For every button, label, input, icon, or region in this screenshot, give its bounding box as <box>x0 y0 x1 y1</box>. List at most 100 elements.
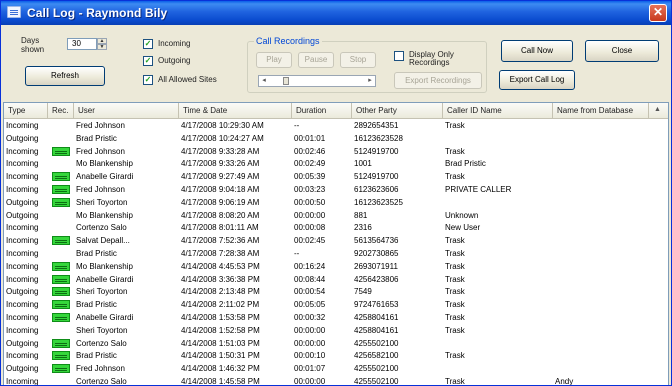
col-user[interactable]: User <box>74 103 179 119</box>
cell-user: Sheri Toyorton <box>76 287 128 297</box>
recording-icon[interactable] <box>52 287 70 297</box>
table-row[interactable]: Incoming Anabelle Girardi 4/14/2008 3:36:3… <box>4 274 668 285</box>
cell-type: Incoming <box>6 121 39 130</box>
recording-icon[interactable] <box>52 300 70 310</box>
cell-user: Sheri Toyorton <box>76 325 128 335</box>
col-type[interactable]: Type <box>4 103 48 119</box>
cell-caller-id-name: PRIVATE CALLER <box>445 185 512 194</box>
cell-duration: 00:05:39 <box>294 172 326 182</box>
table-row[interactable]: Incoming Cortenzo Salo 4/17/2008 8:01:11 A… <box>4 222 668 233</box>
cell-user: Fred Johnson <box>76 364 125 374</box>
cell-type: Incoming <box>6 325 39 335</box>
cell-duration: 00:08:44 <box>294 274 326 284</box>
playback-slider[interactable]: ◂ ▸ <box>258 75 376 87</box>
cell-time-date: 4/14/2008 1:50:31 PM <box>181 351 260 361</box>
table-row[interactable]: Outgoing Sheri Toyorton 4/14/2008 2:13:48 … <box>4 286 668 297</box>
col-other-party[interactable]: Other Party <box>352 103 443 119</box>
table-row[interactable]: Incoming Fred Johnson 4/17/2008 10:29:30 A… <box>4 120 668 131</box>
table-row[interactable]: Incoming Mo Blankenship 4/14/2008 4:45:53 … <box>4 261 668 272</box>
slider-thumb[interactable] <box>283 77 289 85</box>
export-call-log-button[interactable]: Export Call Log <box>499 70 575 90</box>
recording-icon[interactable] <box>52 197 70 207</box>
recording-icon[interactable] <box>52 338 70 348</box>
cell-rec <box>48 325 74 336</box>
export-recordings-button[interactable]: Export Recordings <box>394 72 482 89</box>
cell-caller-id-name <box>443 363 553 374</box>
cell-name-from-database <box>553 299 649 310</box>
outgoing-check-icon: ✓ <box>143 56 153 66</box>
table-row[interactable]: Incoming Sheri Toyorton 4/14/2008 1:52:58 … <box>4 325 668 336</box>
slider-right-icon[interactable]: ▸ <box>365 76 375 86</box>
table-row[interactable]: Incoming Mo Blankenship 4/17/2008 9:33:26 … <box>4 158 668 169</box>
table-row[interactable]: Outgoing Fred Johnson 4/14/2008 1:46:32 PM… <box>4 363 668 374</box>
slider-left-icon[interactable]: ◂ <box>259 76 269 86</box>
cell-caller-id-name: Unknown <box>445 210 479 220</box>
recording-icon[interactable] <box>52 261 70 271</box>
cell-user: Fred Johnson <box>76 146 125 156</box>
table-row[interactable]: Incoming Fred Johnson 4/17/2008 9:33:28 AM… <box>4 146 668 157</box>
cell-duration: 00:00:08 <box>294 223 326 233</box>
cell-time-date: 4/17/2008 7:28:38 AM <box>181 249 260 258</box>
cell-time-date: 4/14/2008 3:36:38 PM <box>181 274 260 284</box>
call-now-button[interactable]: Call Now <box>501 40 573 62</box>
table-row[interactable]: Outgoing Mo Blankenship 4/17/2008 8:08:20 … <box>4 210 668 221</box>
cell-name-from-database <box>553 184 649 195</box>
table-row[interactable]: Incoming Anabelle Girardi 4/17/2008 9:27:4… <box>4 171 668 182</box>
cell-duration: 00:02:45 <box>294 236 326 246</box>
days-shown-label: Days shown <box>21 36 45 54</box>
table-row[interactable]: Incoming Brad Pristic 4/14/2008 2:11:02 PM… <box>4 299 668 310</box>
refresh-button[interactable]: Refresh <box>25 66 105 86</box>
table-row[interactable]: Incoming Anabelle Girardi 4/14/2008 1:53:5… <box>4 312 668 323</box>
col-caller-id-name[interactable]: Caller ID Name <box>443 103 553 119</box>
pause-button[interactable]: Pause <box>298 52 334 68</box>
cell-name-from-database <box>553 261 649 272</box>
days-down-icon[interactable]: ▼ <box>97 44 107 50</box>
cell-name-from-database <box>553 248 649 259</box>
cell-user: Fred Johnson <box>76 121 125 130</box>
recording-icon[interactable] <box>52 364 70 374</box>
recording-icon[interactable] <box>52 274 70 284</box>
cell-type: Incoming <box>6 159 39 169</box>
cell-caller-id-name: Trask <box>445 300 465 310</box>
table-row[interactable]: Incoming Brad Pristic 4/17/2008 7:28:38 AM… <box>4 248 668 259</box>
days-shown-input[interactable]: 30 <box>67 38 97 50</box>
all-allowed-sites-label: All Allowed Sites <box>158 75 217 84</box>
recording-icon[interactable] <box>52 185 70 194</box>
cell-name-from-database <box>553 235 649 246</box>
col-name-from-database[interactable]: Name from Database <box>553 103 649 119</box>
play-button[interactable]: Play <box>256 52 292 68</box>
cell-type: Incoming <box>6 172 39 182</box>
cell-user: Cortenzo Salo <box>76 377 127 386</box>
cell-other-party: 5124919700 <box>354 172 399 182</box>
col-duration[interactable]: Duration <box>292 103 352 119</box>
table-row[interactable]: Outgoing Sheri Toyorton 4/17/2008 9:06:19 … <box>4 197 668 208</box>
col-time-date[interactable]: Time & Date <box>179 103 292 119</box>
recording-icon[interactable] <box>52 172 70 182</box>
recording-icon[interactable] <box>52 313 70 322</box>
table-row[interactable]: Incoming Fred Johnson 4/17/2008 9:04:18 AM… <box>4 184 668 195</box>
cell-rec <box>48 363 74 374</box>
recording-icon[interactable] <box>52 351 70 361</box>
cell-rec <box>48 184 74 195</box>
recording-icon[interactable] <box>52 146 70 156</box>
recording-icon[interactable] <box>52 236 70 246</box>
close-window-button[interactable]: ✕ <box>649 4 667 22</box>
incoming-label: Incoming <box>158 39 191 48</box>
title-bar[interactable]: Call Log - Raymond Bily ✕ <box>1 1 671 25</box>
table-row[interactable]: Incoming Salvat Depall... 4/17/2008 7:52:3… <box>4 235 668 246</box>
table-row[interactable]: Incoming Cortenzo Salo 4/14/2008 1:45:58 P… <box>4 376 668 386</box>
scroll-up-icon[interactable]: ▲ <box>654 106 661 113</box>
cell-other-party: 9202730865 <box>354 249 399 258</box>
table-row[interactable]: Incoming Brad Pristic 4/14/2008 1:50:31 PM… <box>4 350 668 361</box>
stop-button[interactable]: Stop <box>340 52 376 68</box>
cell-rec <box>48 133 74 144</box>
cell-user: Mo Blankenship <box>76 159 133 169</box>
close-button[interactable]: Close <box>585 40 659 62</box>
display-only-recordings-label: Display Only Recordings <box>409 50 454 67</box>
table-row[interactable]: Outgoing Brad Pristic 4/17/2008 10:24:27 A… <box>4 133 668 144</box>
table-row[interactable]: Outgoing Cortenzo Salo 4/14/2008 1:51:03 P… <box>4 338 668 349</box>
col-rec[interactable]: Rec. <box>48 103 74 119</box>
cell-other-party: 4255502100 <box>354 364 399 374</box>
cell-duration: 00:03:23 <box>294 185 326 194</box>
cell-rec <box>48 197 74 208</box>
